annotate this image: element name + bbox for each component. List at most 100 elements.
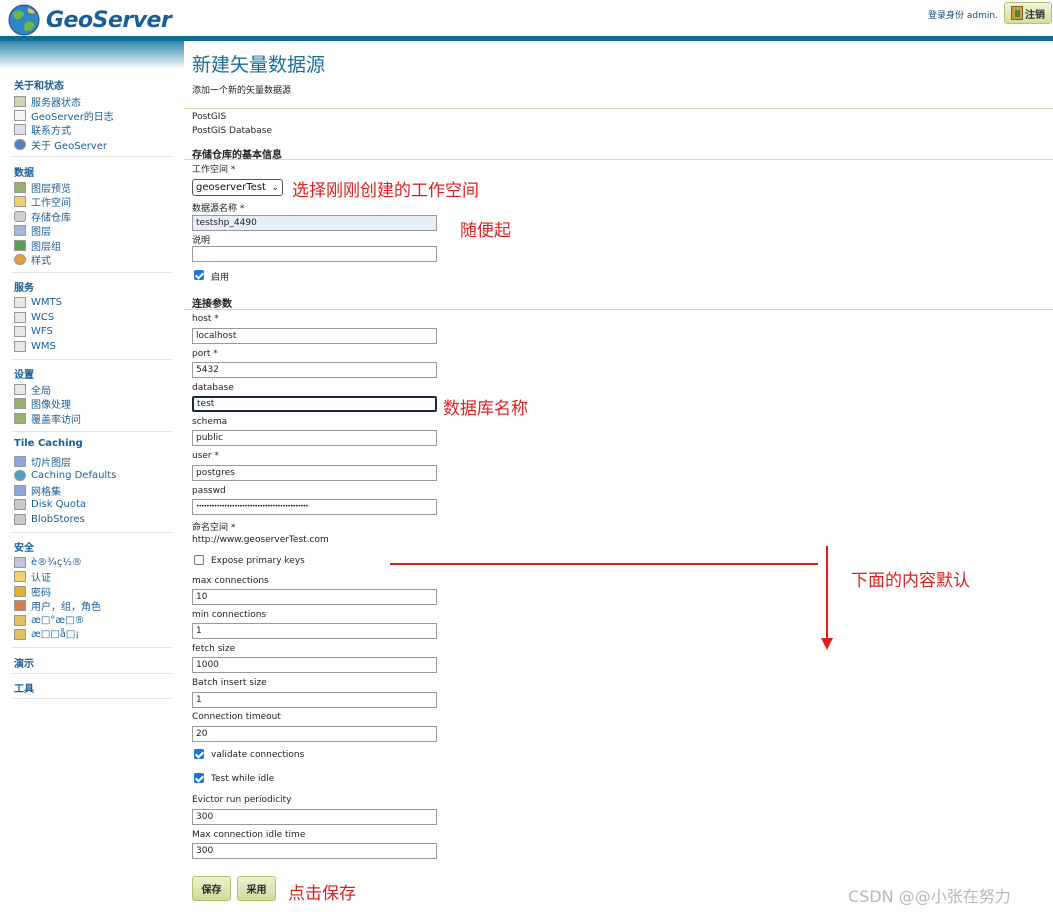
nav-section-tools[interactable]: 工具 — [14, 680, 34, 695]
apply-button[interactable]: 采用 — [237, 876, 276, 901]
image-icon — [14, 398, 26, 409]
sidebar-item-label: WMTS — [31, 297, 62, 308]
sidebar-item-gridsets[interactable]: 网格集 — [14, 484, 61, 498]
port-label: port * — [192, 349, 218, 359]
sidebar-item-layer-preview[interactable]: 图层预览 — [14, 181, 71, 195]
nav-divider — [12, 673, 172, 674]
sidebar-item-label: 认证 — [31, 573, 51, 584]
database-label: database — [192, 383, 234, 393]
sidebar-item-label: 联系方式 — [31, 126, 71, 137]
user-input[interactable]: postgres — [192, 465, 437, 481]
sidebar-item-label: GeoServer的日志 — [31, 112, 114, 123]
document-icon — [14, 110, 26, 121]
sidebar-item-users-groups-roles[interactable]: 用户，组，角色 — [14, 599, 101, 613]
sidebar-item-label: 覆盖率访问 — [31, 415, 81, 426]
workspace-select[interactable]: geoserverTest ⌄ — [192, 179, 283, 196]
data-security-icon — [14, 615, 26, 626]
sidebar-item-label: æ□□å□¡ — [31, 629, 80, 640]
arrow-down-icon — [821, 638, 833, 650]
host-input[interactable]: localhost — [192, 328, 437, 344]
expose-pk-checkbox[interactable] — [194, 555, 204, 565]
sidebar-item-contact[interactable]: 联系方式 — [14, 123, 71, 137]
schema-input[interactable]: public — [192, 430, 437, 446]
sidebar-item-global[interactable]: 全局 — [14, 383, 51, 397]
service-security-icon — [14, 629, 26, 640]
store-description: PostGIS Database — [192, 126, 272, 136]
sidebar-item-label: 图层组 — [31, 242, 61, 253]
sidebar-item-wfs[interactable]: WFS — [14, 325, 53, 338]
user-label: user * — [192, 451, 219, 461]
sidebar-item-image-processing[interactable]: 图像处理 — [14, 397, 71, 411]
enabled-checkbox[interactable] — [194, 270, 204, 280]
description-input[interactable] — [192, 246, 437, 262]
sidebar-item-layers[interactable]: 图层 — [14, 224, 51, 238]
validate-connections-checkbox[interactable] — [194, 749, 204, 759]
layer-group-icon — [14, 240, 26, 251]
sidebar-item-server-status[interactable]: 服务器状态 — [14, 95, 81, 109]
nav-divider — [12, 359, 172, 360]
sidebar-item-label: 图像处理 — [31, 400, 71, 411]
connection-timeout-input[interactable]: 20 — [192, 726, 437, 742]
sidebar-item-label: 样式 — [31, 256, 51, 267]
nav-section-security: 安全 — [14, 543, 34, 554]
workspace-select-value: geoserverTest — [196, 182, 266, 193]
service-icon — [14, 297, 26, 308]
sidebar-item-security-settings[interactable]: è®¾ç½® — [14, 556, 82, 569]
sidebar-item-logs[interactable]: GeoServer的日志 — [14, 109, 114, 123]
sidebar-item-label: 图层 — [31, 227, 51, 238]
save-button[interactable]: 保存 — [192, 876, 231, 901]
max-connections-input[interactable]: 10 — [192, 589, 437, 605]
sidebar-item-label: 密码 — [31, 588, 51, 599]
disk-icon — [14, 499, 26, 510]
fetch-size-input[interactable]: 1000 — [192, 657, 437, 673]
sidebar-item-data-security[interactable]: æ□°æ□® — [14, 614, 85, 627]
connection-timeout-label: Connection timeout — [192, 712, 281, 722]
sidebar-item-coverage-access[interactable]: 覆盖率访问 — [14, 412, 81, 426]
sidebar-item-caching-defaults[interactable]: Caching Defaults — [14, 469, 116, 482]
nav-divider — [12, 698, 172, 699]
sidebar-item-label: 全局 — [31, 386, 51, 397]
chevron-down-icon: ⌄ — [271, 183, 279, 193]
database-input[interactable]: test — [192, 396, 437, 412]
save-annotation: 点击保存 — [288, 884, 356, 904]
port-input[interactable]: 5432 — [192, 362, 437, 378]
sidebar-item-wmts[interactable]: WMTS — [14, 296, 62, 309]
sidebar-item-passwords[interactable]: 密码 — [14, 585, 51, 599]
sidebar-item-about[interactable]: 关于 GeoServer — [14, 138, 107, 152]
divider — [184, 108, 1053, 109]
sidebar-item-blobstores[interactable]: BlobStores — [14, 513, 85, 526]
sidebar-band — [0, 41, 184, 69]
sidebar-item-layer-groups[interactable]: 图层组 — [14, 239, 61, 253]
sidebar-item-service-security[interactable]: æ□□å□¡ — [14, 628, 79, 641]
nav-section-demos[interactable]: 演示 — [14, 655, 34, 670]
nav-divider — [12, 647, 172, 648]
sidebar-item-styles[interactable]: 样式 — [14, 253, 51, 267]
sidebar-item-disk-quota[interactable]: Disk Quota — [14, 498, 86, 511]
sidebar-item-label: 图层预览 — [31, 184, 71, 195]
batch-insert-input[interactable]: 1 — [192, 692, 437, 708]
sidebar-item-authentication[interactable]: 认证 — [14, 570, 51, 584]
namespace-value: http://www.geoserverTest.com — [192, 535, 329, 545]
server-icon — [14, 384, 26, 395]
nav-divider — [12, 431, 172, 432]
min-connections-input[interactable]: 1 — [192, 623, 437, 639]
description-label: 说明 — [192, 236, 211, 246]
schema-label: schema — [192, 417, 228, 427]
geoserver-logo[interactable]: GeoServer — [4, 2, 172, 38]
service-icon — [14, 326, 26, 337]
evictor-input[interactable]: 300 — [192, 809, 437, 825]
sidebar-item-stores[interactable]: 存储仓库 — [14, 210, 71, 224]
datasource-name-input[interactable]: testshp_4490 — [192, 215, 437, 231]
sidebar-item-wcs[interactable]: WCS — [14, 311, 54, 324]
sidebar-item-workspaces[interactable]: 工作空间 — [14, 195, 71, 209]
logout-button[interactable]: 注销 — [1004, 2, 1052, 24]
sidebar-item-tile-layers[interactable]: 切片图层 — [14, 455, 71, 469]
password-input[interactable]: ••••••••••••••••••••••••••••••••••••••••… — [192, 499, 437, 515]
test-while-idle-checkbox[interactable] — [194, 773, 204, 783]
test-while-idle-label: Test while idle — [211, 774, 275, 784]
sidebar-item-wms[interactable]: WMS — [14, 340, 56, 353]
max-idle-input[interactable]: 300 — [192, 843, 437, 859]
sidebar-item-label: 用户，组，角色 — [31, 602, 101, 613]
nav-divider — [12, 156, 172, 157]
sidebar-item-label: æ□°æ□® — [31, 615, 85, 626]
